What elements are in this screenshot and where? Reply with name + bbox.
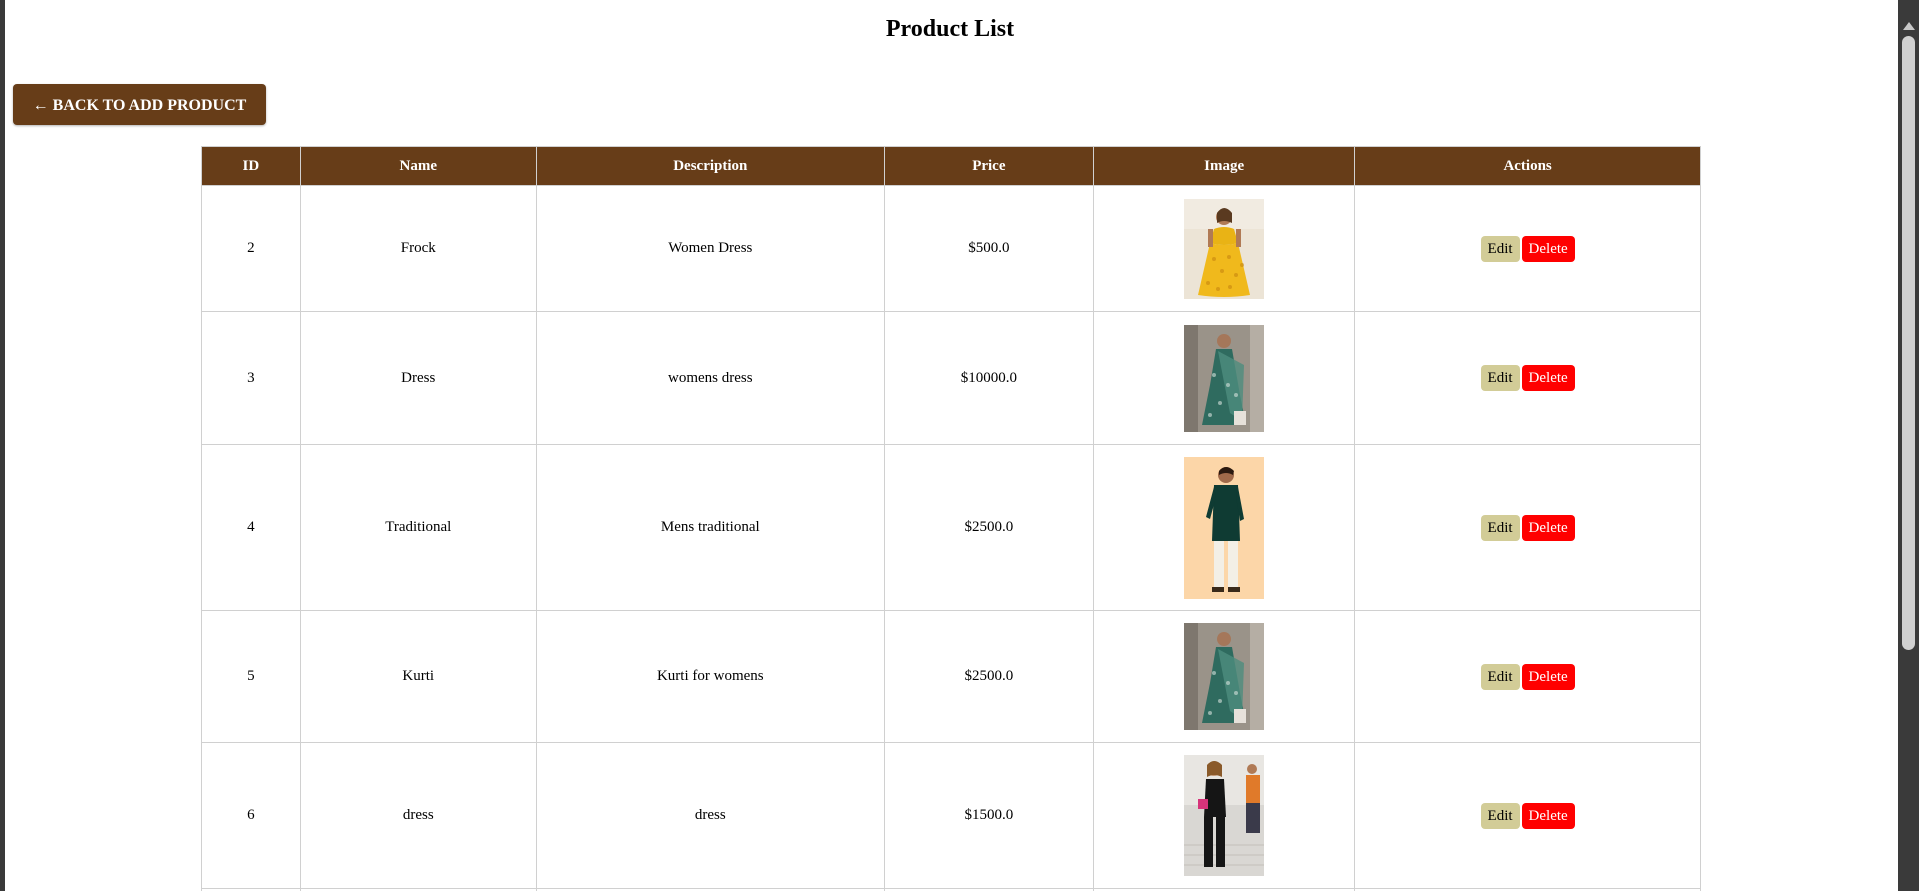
edit-button[interactable]: Edit: [1480, 663, 1520, 690]
cell-id: 5: [201, 610, 301, 743]
cell-description: dress: [535, 742, 885, 889]
scroll-up-arrow-icon[interactable]: [1903, 22, 1915, 30]
cell-description: Mens traditional: [535, 444, 885, 611]
table-row: 6 dress dress $1500.0 Edit Delete: [201, 742, 1701, 889]
cell-actions: Edit Delete: [1354, 742, 1701, 889]
vertical-scrollbar[interactable]: [1898, 0, 1919, 891]
edit-button[interactable]: Edit: [1480, 514, 1520, 541]
cell-price: $2500.0: [883, 610, 1095, 743]
cell-name: Traditional: [299, 444, 537, 611]
cell-image: [1093, 185, 1356, 312]
back-to-add-product-button[interactable]: ← BACK TO ADD PRODUCT: [13, 84, 266, 125]
table-row: 4 Traditional Mens traditional $2500.0 E…: [201, 444, 1701, 611]
cell-actions: Edit Delete: [1354, 444, 1701, 611]
cell-price: $2500.0: [883, 444, 1095, 611]
delete-button[interactable]: Delete: [1521, 663, 1575, 690]
cell-image: [1093, 610, 1356, 743]
delete-button[interactable]: Delete: [1521, 365, 1575, 391]
cell-id: 2: [201, 185, 301, 312]
edit-button[interactable]: Edit: [1480, 365, 1520, 391]
cell-name: Dress: [299, 311, 537, 445]
cell-description: Kurti for womens: [535, 610, 885, 743]
cell-id: 6: [201, 742, 301, 889]
cell-description: womens dress: [535, 311, 885, 445]
cell-price: $1500.0: [883, 742, 1095, 889]
table-row: 5 Kurti Kurti for womens $2500.0 Edit De…: [201, 610, 1701, 743]
table-header-row: ID Name Description Price Image Actions: [201, 146, 1701, 186]
cell-image: [1093, 742, 1356, 889]
cell-actions: Edit Delete: [1354, 610, 1701, 743]
delete-button[interactable]: Delete: [1521, 802, 1575, 829]
cell-image: [1093, 311, 1356, 445]
cell-name: Kurti: [299, 610, 537, 743]
header-actions: Actions: [1354, 146, 1701, 186]
product-image: [1184, 755, 1265, 876]
product-image: [1184, 198, 1265, 299]
page-title: Product List: [885, 16, 1015, 42]
header-price: Price: [883, 146, 1095, 186]
scrollbar-thumb[interactable]: [1902, 36, 1915, 650]
product-list-page: Product List ← BACK TO ADD PRODUCT ID Na…: [5, 0, 1898, 891]
product-image: [1184, 324, 1265, 432]
cell-name: dress: [299, 742, 537, 889]
product-table: ID Name Description Price Image Actions …: [201, 146, 1701, 891]
edit-button[interactable]: Edit: [1480, 235, 1520, 262]
product-image: [1184, 623, 1265, 730]
delete-button[interactable]: Delete: [1521, 514, 1575, 541]
cell-image: [1093, 444, 1356, 611]
cell-price: $500.0: [883, 185, 1095, 312]
table-row: 3 Dress womens dress $10000.0 Edit Delet…: [201, 311, 1701, 445]
delete-button[interactable]: Delete: [1521, 235, 1575, 262]
header-description: Description: [535, 146, 885, 186]
product-image: [1184, 456, 1265, 599]
cell-price: $10000.0: [883, 311, 1095, 445]
header-name: Name: [299, 146, 537, 186]
header-image: Image: [1093, 146, 1356, 186]
cell-id: 3: [201, 311, 301, 445]
cell-name: Frock: [299, 185, 537, 312]
edit-button[interactable]: Edit: [1480, 802, 1520, 829]
table-row: 2 Frock Women Dress $500.0 Edit Delete: [201, 185, 1701, 312]
cell-description: Women Dress: [535, 185, 885, 312]
header-id: ID: [201, 146, 301, 186]
cell-id: 4: [201, 444, 301, 611]
cell-actions: Edit Delete: [1354, 185, 1701, 312]
cell-actions: Edit Delete: [1354, 311, 1701, 445]
